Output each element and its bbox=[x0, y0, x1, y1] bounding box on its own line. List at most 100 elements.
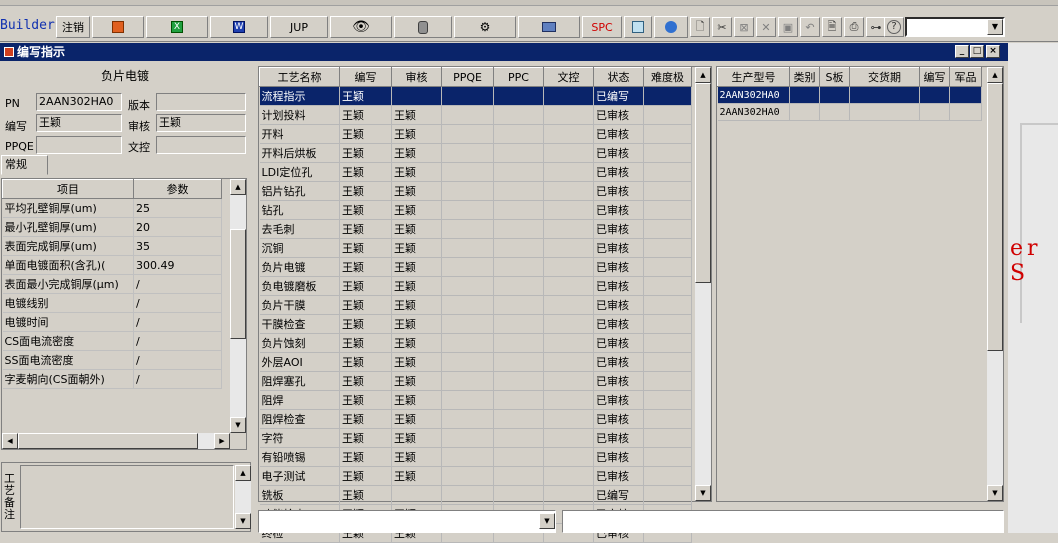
process-cell[interactable]: 王颖 bbox=[339, 238, 392, 258]
scroll-thumb[interactable] bbox=[695, 83, 711, 283]
process-cell[interactable] bbox=[441, 447, 494, 467]
process-row[interactable]: 开料 王颖 王颖 已审核 bbox=[259, 124, 692, 144]
undo-button[interactable]: ↶ bbox=[800, 17, 820, 37]
process-cell[interactable] bbox=[493, 466, 544, 486]
process-cell[interactable]: 王颖 bbox=[339, 200, 392, 220]
model-cell[interactable] bbox=[849, 86, 920, 104]
param-row[interactable]: 字麦朝向(CS面朝外) / bbox=[2, 369, 222, 389]
model-cell[interactable] bbox=[949, 103, 982, 121]
scroll-up-icon[interactable]: ▲ bbox=[695, 67, 711, 83]
process-cell[interactable]: 阻焊 bbox=[259, 390, 340, 410]
chevron-down-icon[interactable]: ▼ bbox=[539, 513, 555, 529]
process-cell[interactable]: 王颖 bbox=[339, 143, 392, 163]
param-row[interactable]: 单面电镀面积(含孔)(300.49 bbox=[2, 255, 222, 275]
process-cell[interactable] bbox=[643, 200, 692, 220]
process-row[interactable]: 电子测试 王颖 王颖 已审核 bbox=[259, 466, 692, 486]
param-value-cell[interactable]: / bbox=[133, 350, 222, 370]
process-cell[interactable] bbox=[441, 428, 494, 448]
process-cell[interactable]: LDI定位孔 bbox=[259, 162, 340, 182]
process-cell[interactable]: 王颖 bbox=[339, 485, 392, 505]
process-cell[interactable]: 已审核 bbox=[593, 295, 644, 315]
process-cell[interactable] bbox=[493, 124, 544, 144]
process-cell[interactable] bbox=[441, 162, 494, 182]
process-row[interactable]: 钻孔 王颖 王颖 已审核 bbox=[259, 200, 692, 220]
process-cell[interactable]: 开料 bbox=[259, 124, 340, 144]
process-cell[interactable]: 字符 bbox=[259, 428, 340, 448]
process-cell[interactable]: 阻焊检查 bbox=[259, 409, 340, 429]
process-row[interactable]: 阻焊塞孔 王颖 王颖 已审核 bbox=[259, 371, 692, 391]
param-item-cell[interactable]: 单面电镀面积(含孔)( bbox=[2, 255, 134, 275]
process-cell[interactable]: 已审核 bbox=[593, 428, 644, 448]
col-header-process-name[interactable]: 工艺名称 bbox=[259, 67, 340, 87]
help-button[interactable]: ? bbox=[884, 17, 904, 37]
process-cell[interactable]: 王颖 bbox=[391, 390, 442, 410]
process-cell[interactable] bbox=[493, 105, 544, 125]
new-document-button[interactable]: 🗋 bbox=[690, 17, 710, 37]
process-cell[interactable]: 王颖 bbox=[339, 162, 392, 182]
process-cell[interactable] bbox=[493, 162, 544, 182]
process-cell[interactable]: 王颖 bbox=[339, 276, 392, 296]
process-cell[interactable] bbox=[643, 105, 692, 125]
chevron-down-icon[interactable]: ▼ bbox=[987, 19, 1003, 35]
process-cell[interactable] bbox=[493, 238, 544, 258]
process-row[interactable]: LDI定位孔 王颖 王颖 已审核 bbox=[259, 162, 692, 182]
hscroll-thumb[interactable] bbox=[18, 433, 198, 449]
calendar-button[interactable] bbox=[624, 16, 652, 38]
process-cell[interactable] bbox=[643, 219, 692, 239]
process-cell[interactable] bbox=[493, 371, 544, 391]
process-cell[interactable]: 王颖 bbox=[339, 409, 392, 429]
process-cell[interactable] bbox=[543, 200, 594, 220]
process-cell[interactable]: 已审核 bbox=[593, 124, 644, 144]
version-field[interactable] bbox=[156, 93, 246, 111]
process-cell[interactable]: 已审核 bbox=[593, 314, 644, 334]
settings-button[interactable]: ⚙ bbox=[454, 16, 516, 38]
model-cell[interactable] bbox=[919, 86, 950, 104]
scroll-up-icon[interactable]: ▲ bbox=[987, 67, 1003, 83]
col-header-military[interactable]: 军品 bbox=[949, 67, 982, 87]
process-cell[interactable]: 阻焊塞孔 bbox=[259, 371, 340, 391]
process-cell[interactable]: 已审核 bbox=[593, 200, 644, 220]
process-row[interactable]: 有铅喷锡 王颖 王颖 已审核 bbox=[259, 447, 692, 467]
process-cell[interactable]: 王颖 bbox=[339, 447, 392, 467]
jup-button[interactable]: JUP bbox=[270, 16, 328, 38]
param-grid-hscroll[interactable]: ◀ ▶ bbox=[2, 433, 230, 449]
process-cell[interactable] bbox=[543, 219, 594, 239]
scroll-down-icon[interactable]: ▼ bbox=[987, 485, 1003, 501]
process-cell[interactable] bbox=[493, 219, 544, 239]
process-cell[interactable] bbox=[441, 124, 494, 144]
process-cell[interactable] bbox=[441, 86, 494, 106]
process-cell[interactable]: 王颖 bbox=[339, 219, 392, 239]
process-cell[interactable]: 王颖 bbox=[339, 390, 392, 410]
col-header-doc-control[interactable]: 文控 bbox=[543, 67, 594, 87]
col-header-param[interactable]: 参数 bbox=[133, 179, 222, 199]
process-cell[interactable] bbox=[643, 333, 692, 353]
process-row[interactable]: 外层AOI 王颖 王颖 已审核 bbox=[259, 352, 692, 372]
param-value-cell[interactable]: 25 bbox=[133, 198, 222, 218]
powerpoint-button[interactable] bbox=[92, 16, 144, 38]
process-cell[interactable]: 王颖 bbox=[339, 86, 392, 106]
param-value-cell[interactable]: 20 bbox=[133, 217, 222, 237]
process-cell[interactable] bbox=[493, 181, 544, 201]
scroll-down-icon[interactable]: ▼ bbox=[235, 513, 251, 529]
process-cell[interactable]: 王颖 bbox=[391, 333, 442, 353]
process-cell[interactable] bbox=[543, 352, 594, 372]
process-cell[interactable] bbox=[643, 276, 692, 296]
process-cell[interactable]: 已审核 bbox=[593, 466, 644, 486]
memo-vscroll[interactable]: ▲ ▼ bbox=[235, 465, 251, 529]
process-cell[interactable] bbox=[441, 371, 494, 391]
process-cell[interactable]: 电子测试 bbox=[259, 466, 340, 486]
process-row[interactable]: 负片蚀刻 王颖 王颖 已审核 bbox=[259, 333, 692, 353]
process-row[interactable]: 去毛刺 王颖 王颖 已审核 bbox=[259, 219, 692, 239]
param-row[interactable]: 电镀时间 / bbox=[2, 312, 222, 332]
process-cell[interactable] bbox=[543, 428, 594, 448]
process-cell[interactable] bbox=[391, 485, 442, 505]
process-cell[interactable]: 王颖 bbox=[391, 466, 442, 486]
process-cell[interactable]: 负电镀磨板 bbox=[259, 276, 340, 296]
memo-textarea[interactable] bbox=[20, 465, 234, 529]
scroll-down-icon[interactable]: ▼ bbox=[230, 417, 246, 433]
process-cell[interactable]: 已审核 bbox=[593, 105, 644, 125]
process-cell[interactable]: 王颖 bbox=[339, 428, 392, 448]
process-cell[interactable] bbox=[441, 181, 494, 201]
process-cell[interactable]: 流程指示 bbox=[259, 86, 340, 106]
param-row[interactable]: 电镀线别 / bbox=[2, 293, 222, 313]
